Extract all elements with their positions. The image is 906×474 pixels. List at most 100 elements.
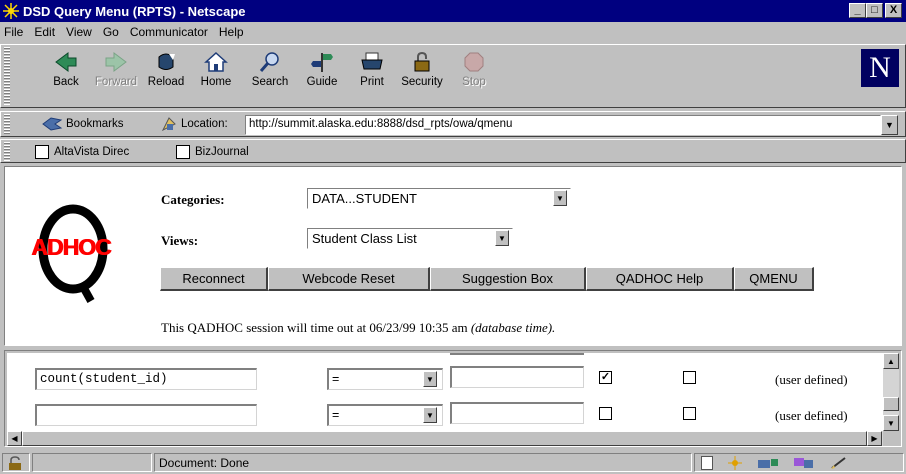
chevron-left-icon: ◀ xyxy=(11,434,18,443)
search-button[interactable]: Search xyxy=(245,51,295,99)
title-bar: DSD Query Menu (RPTS) - Netscape _ □ X xyxy=(0,0,906,22)
logo-text: ADHOC xyxy=(31,234,111,260)
forward-button[interactable]: Forward xyxy=(91,51,141,99)
maximize-button[interactable]: □ xyxy=(866,3,883,18)
chevron-up-icon: ▲ xyxy=(887,356,895,366)
bookmark-icon xyxy=(41,116,63,132)
value-input[interactable] xyxy=(450,402,584,424)
chevron-down-icon: ▼ xyxy=(885,120,894,130)
menu-go[interactable]: Go xyxy=(103,25,119,39)
lock-icon xyxy=(410,51,434,73)
stop-button[interactable]: Stop xyxy=(449,51,499,99)
mail-icon[interactable] xyxy=(757,456,779,470)
home-button[interactable]: Home xyxy=(191,51,241,99)
scroll-left-button[interactable]: ◀ xyxy=(7,431,22,446)
stop-icon xyxy=(462,51,486,73)
search-icon xyxy=(258,51,282,73)
webcode-reset-button[interactable]: Webcode Reset xyxy=(268,267,430,291)
query-rows-area: count(student_id) = ▼ ✓ (user defined) =… xyxy=(7,353,883,431)
categories-select[interactable]: DATA...STUDENT xyxy=(307,188,571,209)
horizontal-scroll-thumb[interactable] xyxy=(22,431,867,446)
location-grip[interactable] xyxy=(4,114,10,135)
views-dropdown-arrow[interactable]: ▼ xyxy=(495,230,509,246)
location-toolbar: Bookmarks Location: http://summit.alaska… xyxy=(0,111,906,137)
page-icon[interactable] xyxy=(701,455,713,470)
chevron-down-icon: ▼ xyxy=(887,418,895,428)
bookmark-page-icon xyxy=(176,145,190,159)
qadhoc-help-button[interactable]: QADHOC Help xyxy=(586,267,734,291)
menu-help[interactable]: Help xyxy=(219,25,244,39)
lower-frame: count(student_id) = ▼ ✓ (user defined) =… xyxy=(4,350,902,447)
categories-dropdown-arrow[interactable]: ▼ xyxy=(553,190,567,206)
qadhoc-logo: ADHOC xyxy=(29,201,149,305)
navigator-icon[interactable] xyxy=(727,455,743,470)
views-select[interactable]: Student Class List xyxy=(307,228,513,249)
forward-arrow-icon xyxy=(104,51,128,73)
toolbar-grip[interactable] xyxy=(4,47,10,105)
personal-toolbar: AltaVista Direc BizJournal xyxy=(0,139,906,163)
bookmarks-button[interactable]: Bookmarks xyxy=(41,116,124,132)
security-status-icon[interactable] xyxy=(2,453,30,472)
menu-view[interactable]: View xyxy=(66,25,92,39)
value-input[interactable] xyxy=(450,366,584,388)
back-button[interactable]: Back xyxy=(41,51,91,99)
location-label-group: Location: xyxy=(161,116,228,132)
reload-button[interactable]: Reload xyxy=(141,51,191,99)
qmenu-button[interactable]: QMENU xyxy=(734,267,814,291)
home-icon xyxy=(204,51,228,73)
scroll-down-button[interactable]: ▼ xyxy=(883,415,899,431)
output-checkbox[interactable]: ✓ xyxy=(599,371,612,384)
location-page-icon[interactable] xyxy=(161,116,177,132)
guide-button[interactable]: Guide xyxy=(297,51,347,99)
user-defined-label: (user defined) xyxy=(775,408,848,423)
menu-edit[interactable]: Edit xyxy=(34,25,55,39)
menu-bar: File Edit View Go Communicator Help xyxy=(0,22,906,42)
menu-communicator[interactable]: Communicator xyxy=(130,25,208,39)
netscape-app-icon[interactable] xyxy=(3,3,19,19)
discussion-icon[interactable] xyxy=(793,456,815,470)
back-arrow-icon xyxy=(54,51,78,73)
personal-grip[interactable] xyxy=(4,142,10,161)
chevron-down-icon: ▼ xyxy=(498,233,506,243)
component-bar xyxy=(694,453,904,472)
reload-icon xyxy=(154,51,178,73)
location-url-field[interactable]: http://summit.alaska.edu:8888/dsd_rpts/o… xyxy=(245,115,881,135)
chevron-down-icon: ▼ xyxy=(426,410,434,420)
operator-dropdown-arrow[interactable]: ▼ xyxy=(423,371,437,387)
minimize-button[interactable]: _ xyxy=(849,3,866,18)
reconnect-button[interactable]: Reconnect xyxy=(160,267,268,291)
guide-icon xyxy=(310,51,334,73)
personal-item-bizjournal[interactable]: BizJournal xyxy=(176,145,249,159)
operator-dropdown-arrow[interactable]: ▼ xyxy=(423,407,437,423)
query-field-input[interactable] xyxy=(35,404,257,426)
netscape-logo[interactable]: N xyxy=(861,49,899,87)
query-field-input[interactable]: count(student_id) xyxy=(35,368,257,390)
location-dropdown-button[interactable]: ▼ xyxy=(881,115,898,135)
scroll-right-button[interactable]: ▶ xyxy=(867,431,882,446)
print-icon xyxy=(360,51,384,73)
suggestion-box-button[interactable]: Suggestion Box xyxy=(430,267,586,291)
composer-icon[interactable] xyxy=(829,456,849,470)
group-checkbox[interactable] xyxy=(683,407,696,420)
chevron-down-icon: ▼ xyxy=(556,193,564,203)
vertical-scroll-thumb[interactable] xyxy=(883,397,899,411)
navigation-toolbar: Back Forward Reload Home Search Guide Pr… xyxy=(0,44,906,108)
status-text: Document: Done xyxy=(154,453,692,472)
categories-label: Categories: xyxy=(161,192,225,207)
horizontal-scrollbar[interactable]: ◀ ▶ xyxy=(7,431,883,446)
upper-frame: ADHOC Categories: DATA...STUDENT ▼ Views… xyxy=(4,166,902,346)
views-label: Views: xyxy=(161,233,199,248)
group-checkbox[interactable] xyxy=(683,371,696,384)
output-checkbox[interactable] xyxy=(599,407,612,420)
scroll-up-button[interactable]: ▲ xyxy=(883,353,899,369)
print-button[interactable]: Print xyxy=(347,51,397,99)
user-defined-label: (user defined) xyxy=(775,372,848,387)
vertical-scrollbar[interactable]: ▲ ▼ xyxy=(883,353,899,431)
close-button[interactable]: X xyxy=(885,3,902,18)
menu-file[interactable]: File xyxy=(4,25,23,39)
status-bar: Document: Done xyxy=(0,450,906,474)
nav-button-row: Reconnect Webcode Reset Suggestion Box Q… xyxy=(160,267,814,291)
window-title: DSD Query Menu (RPTS) - Netscape xyxy=(23,3,246,19)
personal-item-altavista[interactable]: AltaVista Direc xyxy=(35,145,129,159)
security-button[interactable]: Security xyxy=(397,51,447,99)
